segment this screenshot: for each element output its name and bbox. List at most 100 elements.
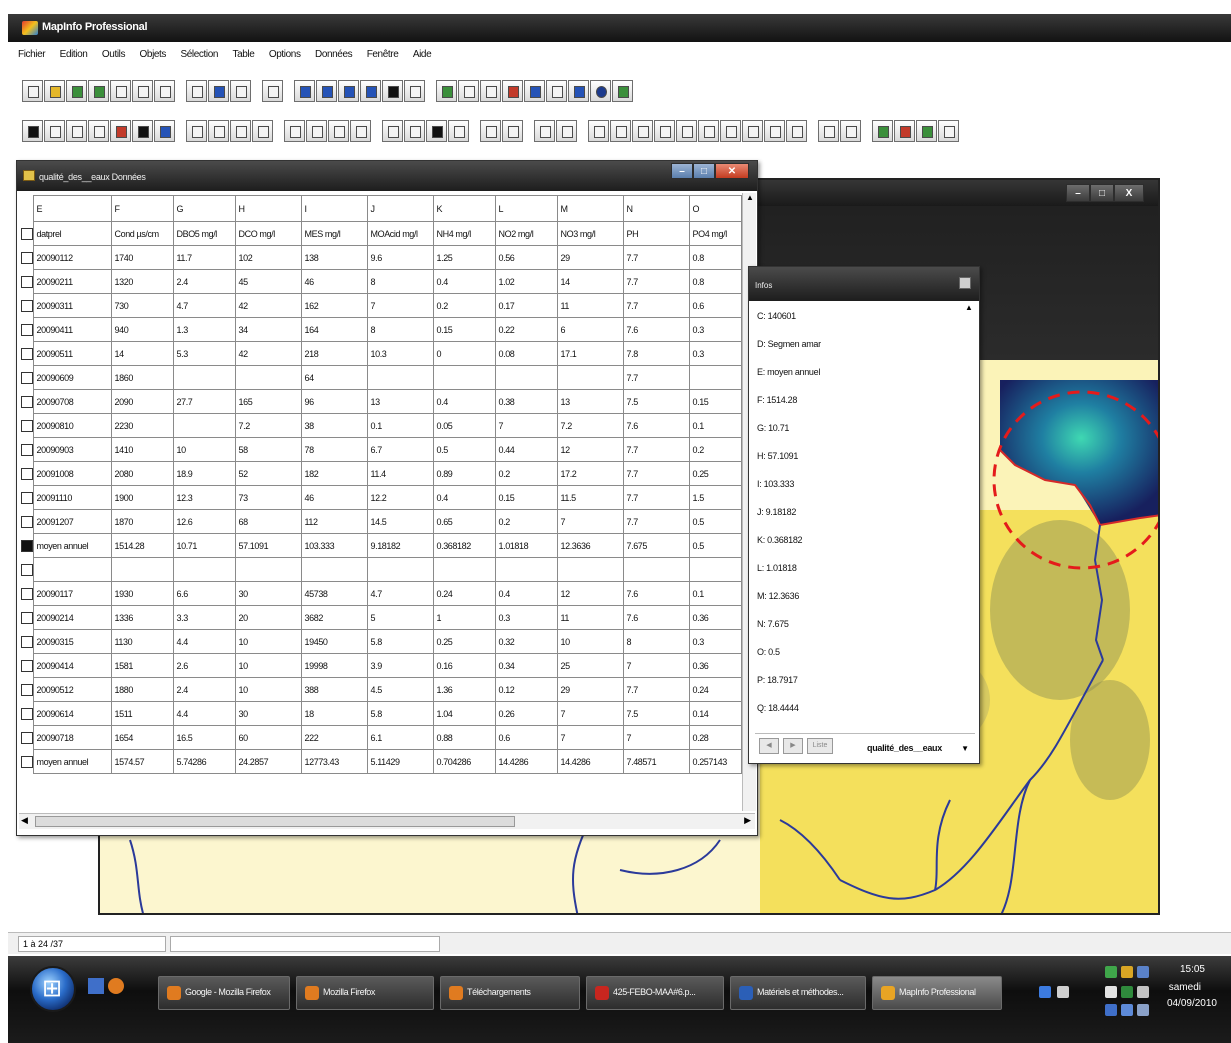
table-cell[interactable]: 12 <box>556 581 624 606</box>
row-selector[interactable] <box>19 702 33 726</box>
table-cell[interactable]: 20090511 <box>32 341 112 366</box>
table-cell[interactable]: 0.4 <box>494 581 558 606</box>
table-cell[interactable] <box>366 365 434 390</box>
menu-options[interactable]: Options <box>269 49 301 60</box>
table-cell[interactable]: 182 <box>300 461 368 486</box>
table-cell[interactable]: 1870 <box>110 509 174 534</box>
table-cell[interactable]: 0.32 <box>494 629 558 654</box>
table-cell[interactable]: 138 <box>300 245 368 270</box>
table-cell[interactable]: 42 <box>234 293 302 318</box>
info-next-button[interactable]: ▶ <box>783 738 803 754</box>
row-checkbox[interactable] <box>21 467 33 480</box>
map-close-button[interactable]: X <box>1114 184 1144 202</box>
table-cell[interactable]: 16.5 <box>172 725 236 750</box>
table-cell[interactable]: 2090 <box>110 389 174 414</box>
scroll-up-icon[interactable]: ▲ <box>743 193 757 207</box>
table-cell[interactable]: 0.14 <box>688 701 742 726</box>
row-checkbox[interactable] <box>21 371 33 384</box>
table-row[interactable]: datprel Cond µs/cm DBO5 mg/l DCO mg/l MES mg… <box>19 221 742 246</box>
table-cell[interactable]: 0.3 <box>688 629 742 654</box>
table-cell[interactable]: 0.05 <box>432 413 496 438</box>
new-icon[interactable] <box>22 80 43 102</box>
table-cell[interactable]: 165 <box>234 389 302 414</box>
text-style-icon[interactable] <box>938 120 959 142</box>
table-cell[interactable]: 0.15 <box>688 389 742 414</box>
table-cell[interactable]: 8 <box>366 269 434 294</box>
row-checkbox[interactable] <box>21 731 33 744</box>
table-cell[interactable]: 7 <box>556 701 624 726</box>
table-cell[interactable]: 7 <box>366 293 434 318</box>
row-selector[interactable] <box>19 414 33 438</box>
row-selector[interactable] <box>19 582 33 606</box>
info-scrollbar[interactable]: ▲ <box>965 303 977 723</box>
fill-style-icon[interactable] <box>916 120 937 142</box>
table-cell[interactable]: 0.1 <box>366 413 434 438</box>
table-cell[interactable]: 1880 <box>110 677 174 702</box>
table-cell[interactable]: 7.6 <box>622 605 690 630</box>
text-tool-icon[interactable] <box>764 120 785 142</box>
row-selector[interactable] <box>19 342 33 366</box>
row-checkbox[interactable] <box>21 323 33 336</box>
reshape-icon[interactable] <box>556 120 577 142</box>
column-header[interactable]: O <box>688 195 742 222</box>
taskbar-button[interactable]: MapInfo Professional <box>872 976 1002 1010</box>
style-icon[interactable] <box>502 80 523 102</box>
table-cell[interactable] <box>688 365 742 390</box>
table-cell[interactable]: 6.7 <box>366 437 434 462</box>
table-cell[interactable]: DCO mg/l <box>234 221 302 246</box>
table-cell[interactable]: 0 <box>432 341 496 366</box>
copy-icon[interactable] <box>208 80 229 102</box>
table-cell[interactable]: 7.7 <box>622 677 690 702</box>
table-cell[interactable]: 2230 <box>110 413 174 438</box>
print-icon[interactable] <box>154 80 175 102</box>
table-cell[interactable]: PO4 mg/l <box>688 221 742 246</box>
table-cell[interactable]: 1930 <box>110 581 174 606</box>
taskbar-button[interactable]: Google - Mozilla Firefox <box>158 976 290 1010</box>
tray-volume-icon[interactable] <box>1137 1004 1149 1016</box>
help-icon[interactable] <box>404 80 425 102</box>
table-cell[interactable]: 4.4 <box>172 629 236 654</box>
table-cell[interactable]: 0.12 <box>494 677 558 702</box>
tray-security-icon[interactable] <box>1121 986 1133 998</box>
table-cell[interactable]: 27.7 <box>172 389 236 414</box>
table-cell[interactable]: 7.7 <box>622 461 690 486</box>
select-arrow-icon[interactable] <box>22 120 43 142</box>
table-cell[interactable]: 17.2 <box>556 461 624 486</box>
table-cell[interactable]: 164 <box>300 317 368 342</box>
table-cell[interactable]: 1320 <box>110 269 174 294</box>
table-cell[interactable] <box>234 557 302 582</box>
table-cell[interactable] <box>172 557 236 582</box>
table-cell[interactable] <box>366 557 434 582</box>
table-cell[interactable]: 12.3 <box>172 485 236 510</box>
table-cell[interactable]: 4.4 <box>172 701 236 726</box>
region-icon[interactable] <box>568 80 589 102</box>
table-cell[interactable]: 0.1 <box>688 413 742 438</box>
table-cell[interactable]: 20090414 <box>32 653 112 678</box>
tray-app-icon[interactable] <box>1057 986 1069 998</box>
table-row[interactable]: 20090112 1740 11.7 102 138 9.6 1.25 0.56 29 7.7 0.… <box>19 245 742 270</box>
table-cell[interactable]: 14.4286 <box>494 749 558 774</box>
table-row[interactable]: 20090311 730 4.7 42 162 7 0.2 0.17 11 7.7 0.6 <box>19 293 742 318</box>
column-header[interactable]: I <box>300 195 368 222</box>
table-cell[interactable]: 11.7 <box>172 245 236 270</box>
tray-battery-icon[interactable] <box>1105 986 1117 998</box>
table-cell[interactable]: 1410 <box>110 437 174 462</box>
row-checkbox[interactable] <box>21 299 33 312</box>
table-cell[interactable]: 45738 <box>300 581 368 606</box>
table-cell[interactable]: 10 <box>234 629 302 654</box>
row-selector[interactable] <box>19 390 33 414</box>
table-cell[interactable]: PH <box>622 221 690 246</box>
table-cell[interactable]: 222 <box>300 725 368 750</box>
firefox-quicklaunch-icon[interactable] <box>108 978 124 994</box>
table-cell[interactable]: 10.3 <box>366 341 434 366</box>
table-cell[interactable]: 5.74286 <box>172 749 236 774</box>
legend-icon[interactable] <box>480 120 501 142</box>
clock-date[interactable]: 04/09/2010 <box>1167 998 1217 1009</box>
table-cell[interactable]: 1130 <box>110 629 174 654</box>
table-cell[interactable]: 0.24 <box>432 581 496 606</box>
table-cell[interactable]: 0.5 <box>432 437 496 462</box>
table-cell[interactable] <box>494 365 558 390</box>
table-cell[interactable]: 52 <box>234 461 302 486</box>
new-grapher-icon[interactable] <box>338 80 359 102</box>
table-cell[interactable]: 0.88 <box>432 725 496 750</box>
